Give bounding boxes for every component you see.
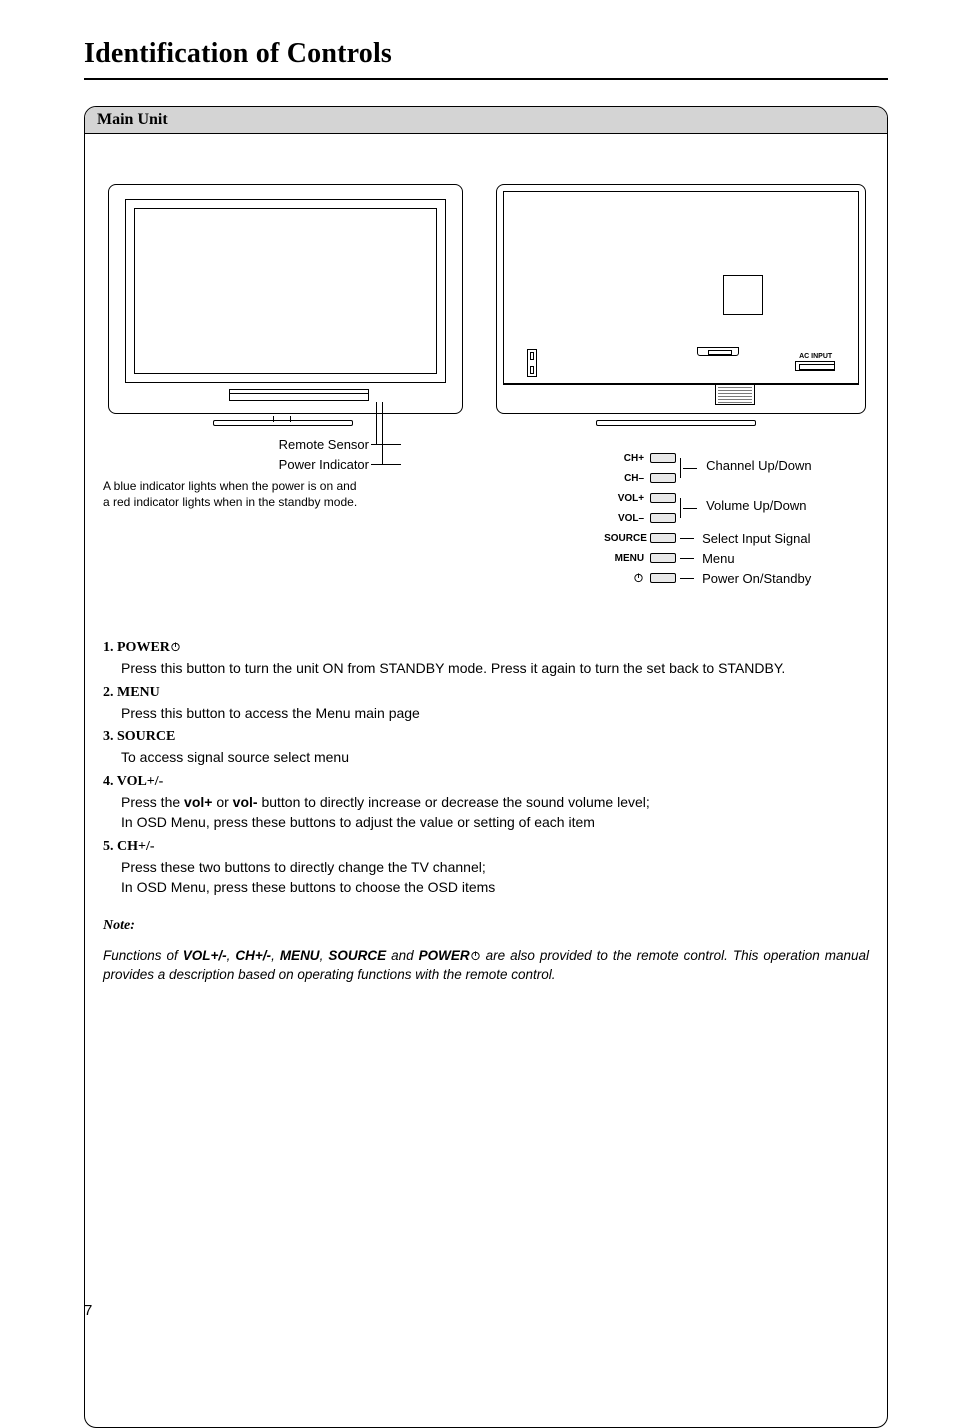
page-title: Identification of Controls: [84, 38, 888, 70]
note-body: Functions of VOL+/-, CH+/-, MENU, SOURCE…: [103, 946, 869, 985]
power-icon: [604, 572, 650, 585]
btn-menu: MENU Menu: [604, 548, 811, 568]
power-icon-inline-2: [470, 950, 481, 961]
item-5-ch: 5. CH+/- Press these two buttons to dire…: [103, 835, 869, 898]
btn-vol-minus: VOL– Volume Up/Down: [604, 508, 811, 528]
item-2-menu: 2. MENU Press this button to access the …: [103, 681, 869, 724]
controls-list: 1. POWER Press this button to turn the u…: [103, 636, 869, 985]
btn-ch-minus: CH– Channel Up/Down: [604, 468, 811, 488]
item-3-source: 3. SOURCE To access signal source select…: [103, 725, 869, 768]
tv-front-diagram: Remote Sensor Power Indicator A blue ind…: [103, 184, 466, 584]
vol-updown-label: Volume Up/Down: [698, 498, 806, 513]
ch-updown-label: Channel Up/Down: [698, 458, 812, 473]
source-label: Select Input Signal: [694, 531, 810, 546]
remote-sensor-label: Remote Sensor: [273, 437, 369, 452]
item-1-power: 1. POWER Press this button to turn the u…: [103, 636, 869, 679]
tv-back-diagram: AC INPUT: [496, 184, 869, 584]
main-frame: Main Unit Remote: [84, 106, 888, 1428]
indicator-description: A blue indicator lights when the power i…: [103, 478, 423, 510]
item-4-body-0: Press the vol+ or vol- button to directl…: [103, 792, 869, 812]
menu-label: Menu: [694, 551, 735, 566]
power-indicator-label: Power Indicator: [273, 457, 369, 472]
diagrams-row: Remote Sensor Power Indicator A blue ind…: [103, 184, 869, 584]
note-heading: Note:: [103, 916, 869, 936]
section-header: Main Unit: [85, 107, 887, 134]
power-icon-inline: [170, 641, 181, 652]
btn-power: Power On/Standby: [604, 568, 811, 588]
title-rule: [84, 78, 888, 80]
btn-source: SOURCE Select Input Signal: [604, 528, 811, 548]
button-column: CH+ CH– Channel Up/Down VOL+: [604, 448, 811, 588]
ac-input-label: AC INPUT: [799, 353, 832, 360]
item-4-vol: 4. VOL+/- Press the vol+ or vol- button …: [103, 770, 869, 833]
power-onstandby-label: Power On/Standby: [694, 571, 811, 586]
page-number: 7: [84, 1302, 92, 1319]
